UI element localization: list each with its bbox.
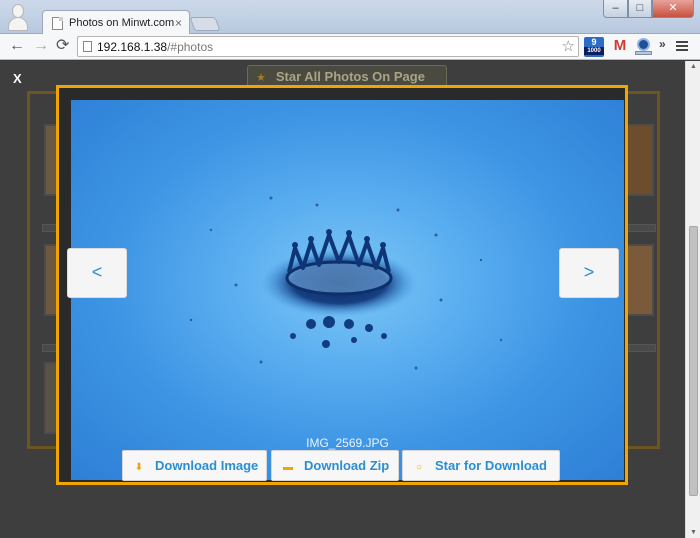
title-bar: Photos on Minwt.com × – □ ✕ <box>0 0 700 35</box>
next-photo-button[interactable]: > <box>559 248 619 298</box>
url-path: /#photos <box>167 40 214 54</box>
minimize-button[interactable]: – <box>603 0 628 18</box>
tab-close-icon[interactable]: × <box>175 16 182 30</box>
reload-button[interactable]: ⟳ <box>56 37 69 55</box>
profile-avatar-icon[interactable] <box>8 2 28 32</box>
forward-button[interactable]: → <box>33 37 49 55</box>
counter-top: 9 <box>591 37 597 47</box>
previous-photo-button[interactable]: < <box>67 248 127 298</box>
download-image-button[interactable]: ⬇ Download Image <box>122 450 267 481</box>
download-icon: ⬇ <box>134 462 144 473</box>
page-scrollbar[interactable]: ▲ ▼ <box>685 61 700 538</box>
scrollbar-thumb[interactable] <box>689 226 698 496</box>
avatar-body <box>8 17 28 31</box>
counter-extension-icon[interactable]: 9 1000 <box>584 37 604 57</box>
page-content: ★ Star All Photos On Page X IMG_2569.JPG… <box>0 61 700 538</box>
address-bar[interactable]: 192.168.1.38/#photos ☆ <box>77 36 579 57</box>
star-for-download-label: Star for Download <box>435 458 547 473</box>
menu-line <box>676 41 688 43</box>
gmail-extension-icon[interactable]: M <box>610 37 630 57</box>
pin-base <box>635 51 652 55</box>
menu-line <box>676 49 688 51</box>
pin-extension-icon[interactable] <box>634 37 654 57</box>
scroll-down-icon[interactable]: ▼ <box>690 529 697 536</box>
pin-circle <box>637 38 650 51</box>
counter-bottom: 1000 <box>584 47 604 55</box>
menu-line <box>676 45 688 47</box>
star-icon: ★ <box>256 72 266 84</box>
close-window-button[interactable]: ✕ <box>652 0 694 18</box>
url-text[interactable]: 192.168.1.38/#photos <box>97 40 213 54</box>
page-icon <box>83 41 92 52</box>
photo-caption: IMG_2569.JPG <box>306 436 389 450</box>
water-splash-image <box>189 196 503 370</box>
star-for-download-button[interactable]: ○ Star for Download <box>402 450 560 481</box>
page-favicon-icon <box>52 17 63 30</box>
tab-title: Photos on Minwt.com <box>69 17 175 29</box>
maximize-button[interactable]: □ <box>628 0 652 18</box>
browser-toolbar: ← → ⟳ 192.168.1.38/#photos ☆ 9 1000 M » <box>0 34 700 60</box>
browser-tab[interactable]: Photos on Minwt.com × <box>42 10 190 35</box>
grid-thumbnail[interactable] <box>626 244 654 316</box>
star-outline-icon: ○ <box>415 462 423 473</box>
bookmark-star-icon[interactable]: ☆ <box>562 37 575 55</box>
more-extensions-icon[interactable]: » <box>659 37 666 51</box>
scroll-up-icon[interactable]: ▲ <box>690 63 697 70</box>
back-button[interactable]: ← <box>9 37 25 55</box>
grid-thumbnail[interactable] <box>626 124 654 196</box>
lightbox: IMG_2569.JPG < > ⬇ Download Image ▬ Downlo… <box>56 85 628 485</box>
star-all-label: Star All Photos On Page <box>275 69 425 84</box>
download-image-label: Download Image <box>155 458 259 473</box>
download-zip-button[interactable]: ▬ Download Zip <box>271 450 399 481</box>
url-host: 192.168.1.38 <box>97 40 168 54</box>
avatar-head <box>12 4 24 18</box>
folder-icon: ▬ <box>283 462 293 473</box>
close-lightbox-button[interactable]: X <box>13 71 22 86</box>
grid-thumbnail-bar <box>626 224 656 232</box>
download-zip-label: Download Zip <box>304 458 390 473</box>
lightbox-photo: IMG_2569.JPG <box>71 100 624 480</box>
new-tab-button[interactable] <box>189 17 221 31</box>
menu-icon[interactable] <box>676 41 688 53</box>
window-controls: – □ ✕ <box>603 0 694 18</box>
grid-thumbnail-bar <box>626 344 656 352</box>
